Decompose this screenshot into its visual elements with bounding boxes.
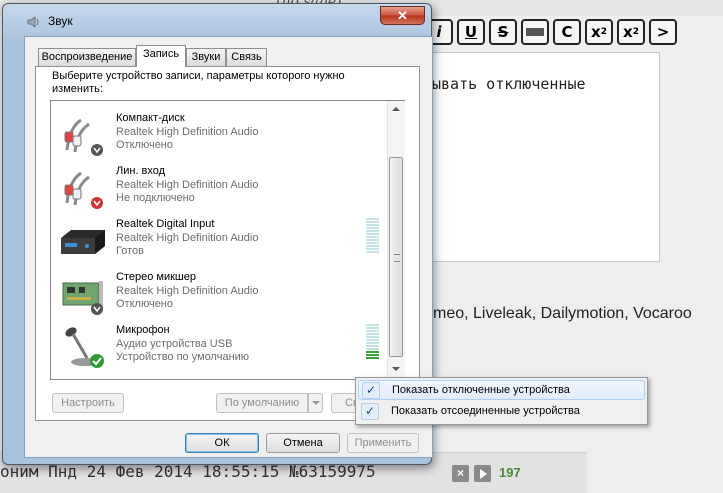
tab-playback[interactable]: Воспроизведение xyxy=(38,48,136,66)
tab-sounds[interactable]: Звуки xyxy=(186,48,226,66)
quote-button[interactable]: > xyxy=(649,19,677,45)
underline-button[interactable]: U xyxy=(457,19,485,45)
sound-card-icon xyxy=(62,281,103,315)
textarea-text: ывать отключенные xyxy=(432,75,586,93)
device-item-digital-input[interactable]: Realtek Digital Input Realtek High Defin… xyxy=(51,214,381,266)
checkmark-icon: ✓ xyxy=(361,403,379,420)
set-default-button[interactable]: По умолчанию xyxy=(216,393,308,413)
device-status: Отключено xyxy=(116,298,173,310)
embed-services-text: meo, Liveleak, Dailymotion, Vocaroo xyxy=(433,305,692,322)
device-description: Realtek High Definition Audio xyxy=(116,285,259,297)
menu-item-label: Показать отсоединенные устройства xyxy=(391,405,580,417)
device-description: Realtek High Definition Audio xyxy=(116,126,259,138)
superscript-button[interactable]: x2 xyxy=(585,19,613,45)
microphone-icon xyxy=(65,327,104,368)
cancel-button[interactable]: Отмена xyxy=(266,433,340,453)
scroll-thumb[interactable] xyxy=(389,157,403,357)
configure-button[interactable]: Настроить xyxy=(52,393,124,413)
reply-count: 197 xyxy=(499,465,521,480)
close-button[interactable]: ✕ xyxy=(380,6,425,25)
device-list[interactable]: Компакт-диск Realtek High Definition Aud… xyxy=(50,100,405,380)
apply-button[interactable]: Применить xyxy=(347,433,419,453)
device-list-scrollbar[interactable] xyxy=(387,101,405,379)
set-default-dropdown-icon[interactable] xyxy=(308,393,323,413)
device-name: Стерео микшер xyxy=(116,271,196,283)
device-item-line-in[interactable]: Лин. вход Realtek High Definition Audio … xyxy=(51,161,381,213)
device-name: Лин. вход xyxy=(116,165,166,177)
device-item-stereo-mix[interactable]: Стерео микшер Realtek High Definition Au… xyxy=(51,267,381,319)
device-description: Realtek High Definition Audio xyxy=(116,179,259,191)
menu-item-show-disabled[interactable]: ✓ Показать отключенные устройства xyxy=(358,380,645,400)
menu-item-show-disconnected[interactable]: ✓ Показать отсоединенные устройства xyxy=(358,402,645,422)
device-name: Компакт-диск xyxy=(116,112,185,124)
level-meter xyxy=(366,218,379,258)
cd-audio-cable-icon xyxy=(64,118,103,156)
menu-item-label: Показать отключенные устройства xyxy=(392,384,570,396)
device-name: Микрофон xyxy=(116,324,170,336)
context-menu: ✓ Показать отключенные устройства ✓ Пока… xyxy=(355,377,648,425)
tab-communications[interactable]: Связь xyxy=(226,48,267,66)
device-status: Не подключено xyxy=(116,192,195,204)
grip-icon xyxy=(394,254,400,262)
level-meter xyxy=(366,324,379,364)
tab-recording[interactable]: Запись xyxy=(136,45,186,67)
subscript-button[interactable]: x2 xyxy=(617,19,645,45)
device-item-cd[interactable]: Компакт-диск Realtek High Definition Aud… xyxy=(51,108,381,160)
instruction-text: Выберите устройство записи, параметры ко… xyxy=(52,70,345,95)
expand-post-icon[interactable] xyxy=(474,465,491,482)
line-in-cable-icon xyxy=(64,171,103,209)
device-item-microphone[interactable]: Микрофон Аудио устройства USB Устройство… xyxy=(51,320,381,372)
spoiler-icon xyxy=(526,28,544,36)
digital-input-device-icon xyxy=(61,230,105,254)
checkmark-icon: ✓ xyxy=(362,382,380,399)
hide-post-icon[interactable]: × xyxy=(452,465,469,482)
format-toolbar: i U S C x2 x2 > xyxy=(425,19,677,45)
device-description: Realtek High Definition Audio xyxy=(116,232,259,244)
scroll-down-icon[interactable] xyxy=(392,367,400,371)
spoiler-button[interactable] xyxy=(521,19,549,45)
device-status: Готов xyxy=(116,245,144,257)
strike-button[interactable]: S xyxy=(489,19,517,45)
code-button[interactable]: C xyxy=(553,19,581,45)
device-description: Аудио устройства USB xyxy=(116,338,233,350)
scroll-up-icon[interactable] xyxy=(392,107,400,111)
ok-button[interactable]: ОК xyxy=(185,433,259,453)
device-status: Устройство по умолчанию xyxy=(116,351,250,363)
dialog-title: Звук xyxy=(48,14,73,28)
device-name: Realtek Digital Input xyxy=(116,218,215,230)
device-status: Отключено xyxy=(116,139,173,151)
speaker-icon xyxy=(27,16,39,28)
